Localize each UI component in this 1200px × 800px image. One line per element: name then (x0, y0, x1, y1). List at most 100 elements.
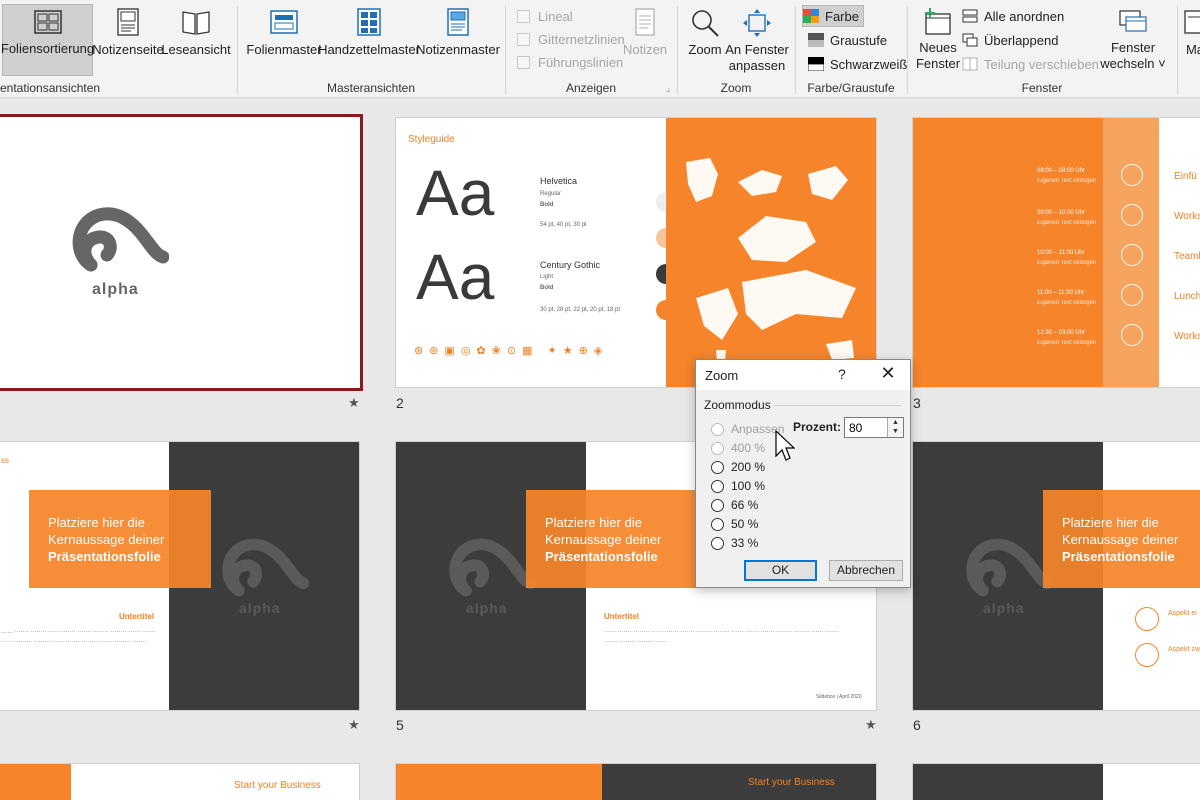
cancel-button[interactable]: Abbrechen (829, 560, 903, 581)
fit-to-window-button[interactable]: An Fenster anpassen (725, 4, 789, 76)
new-window-label-1: Neues (919, 40, 957, 55)
key-message-box: Platziere hier die Kernaussage deiner Pr… (29, 490, 211, 588)
spin-down-icon[interactable]: ▼ (888, 427, 903, 436)
slide-thumbnail-6[interactable]: alpha Platziere hier die Kernaussage dei… (912, 441, 1200, 711)
radio-button[interactable] (711, 422, 724, 436)
aspect-label: Aspekt zw (1168, 646, 1200, 653)
aspect-icon (1135, 643, 1159, 667)
radio-button[interactable] (711, 441, 724, 455)
zoom-radio-66[interactable]: 66 % (711, 497, 758, 513)
dialog-launcher-icon[interactable]: ⌟ (666, 83, 670, 94)
slide-thumbnail-2[interactable]: Styleguide Aa Aa Helvetica Regular Bold … (395, 117, 877, 388)
font-sample-2: Aa (416, 241, 495, 313)
cascade-button[interactable]: Überlappend (962, 29, 1058, 51)
new-window-button[interactable]: Neues Fenster (916, 4, 960, 76)
close-button[interactable]: ✕ (876, 363, 900, 384)
agenda-icon (1121, 164, 1143, 186)
magnifier-icon (692, 10, 719, 37)
zoom-radio-33[interactable]: 33 % (711, 535, 758, 551)
slide-subtitle: Untertitel (604, 612, 640, 621)
zoom-radio-400[interactable]: 400 % (711, 440, 765, 456)
radio-button[interactable] (711, 536, 724, 550)
key-message-line: Präsentationsfolie (48, 549, 161, 564)
help-button[interactable]: ? (838, 366, 846, 382)
macros-button[interactable]: Ma (1180, 4, 1200, 76)
slide-thumbnail-3[interactable]: 08:00 – 09:00 Uhr Eigenen Text einfügen … (912, 117, 1200, 388)
handout-master-icon (357, 8, 381, 36)
zoom-radio-100[interactable]: 100 % (711, 478, 765, 494)
spin-up-icon[interactable]: ▲ (888, 418, 903, 427)
slide-title: Styleguide (408, 134, 455, 145)
font-name-2: Century Gothic (540, 260, 601, 270)
slide-thumbnail-4[interactable]: ss alpha Platziere hier die Kernaussage … (0, 441, 360, 711)
zoom-radio-fit[interactable]: Anpassen (711, 421, 784, 437)
switch-window-icon (1119, 10, 1147, 32)
radio-button[interactable] (711, 460, 724, 474)
zoom-radio-200[interactable]: 200 % (711, 459, 765, 475)
slide-number: 3 (913, 395, 921, 411)
color-label: Farbe (825, 8, 859, 24)
ok-button[interactable]: OK (744, 560, 817, 581)
ruler-label: Lineal (538, 9, 573, 24)
gridlines-checkbox[interactable]: Gitternetzlinien (517, 32, 625, 47)
ruler-checkbox[interactable]: Lineal (517, 9, 573, 24)
presentation-views-group-label: entationsansichten (0, 81, 101, 95)
reading-view-button[interactable]: Leseansicht (161, 4, 231, 76)
checkbox[interactable] (517, 56, 530, 69)
black-white-button[interactable]: Schwarzweiß (808, 53, 907, 75)
zoom-radio-50[interactable]: 50 % (711, 516, 758, 532)
slide-thumbnail-7[interactable]: Start your Business (0, 763, 360, 800)
arrange-all-button[interactable]: Alle anordnen (962, 5, 1064, 27)
slide-number: 5 (396, 717, 404, 733)
notes-page-button[interactable]: Notizenseite (92, 4, 164, 76)
checkbox[interactable] (517, 10, 530, 23)
key-message-box: Platziere hier die Kernaussage deiner Pr… (1043, 490, 1200, 588)
macros-label: Ma (1185, 42, 1200, 57)
slide-thumbnail-8[interactable]: Start your Business (395, 763, 877, 800)
alpha-logo-icon (966, 538, 1053, 597)
switch-window-label-2: wechseln ˅ (1100, 56, 1166, 71)
percent-spinner[interactable]: ▲ ▼ (887, 418, 903, 437)
radio-button[interactable] (711, 479, 724, 493)
radio-label: 200 % (731, 460, 766, 474)
radio-label: 100 % (731, 479, 766, 493)
key-message-line: Präsentationsfolie (1062, 549, 1175, 564)
move-split-button[interactable]: Teilung verschieben (962, 53, 1099, 75)
move-split-icon (962, 57, 978, 71)
orange-panel (0, 764, 71, 800)
new-window-icon (925, 8, 951, 35)
agenda-icon (1121, 284, 1143, 306)
agenda-caption: Eigenen Text einfügen (1037, 300, 1097, 306)
zoom-button[interactable]: Zoom (684, 4, 726, 76)
switch-window-button[interactable]: Fenster wechseln ˅ (1100, 4, 1166, 76)
agenda-caption: Eigenen Text einfügen (1037, 260, 1097, 266)
aspect-icon (1135, 607, 1159, 631)
map-panel (666, 118, 876, 387)
arrange-all-label: Alle anordnen (984, 8, 1065, 24)
slide-thumbnail-9[interactable] (912, 763, 1200, 800)
key-message-line: Platziere hier die (545, 515, 642, 530)
aspect-label: Aspekt ei (1168, 610, 1197, 617)
guides-label: Führungslinien (538, 55, 624, 70)
grayscale-button[interactable]: Graustufe (808, 29, 887, 51)
guides-checkbox[interactable]: Führungslinien (517, 55, 623, 70)
group-separator (1177, 6, 1178, 94)
slide-title-fragment: ss (1, 456, 9, 465)
agenda-label: Teaml (1174, 251, 1200, 262)
checkbox[interactable] (517, 33, 530, 46)
slide-sorter-button[interactable]: Foliensortierung (1, 4, 94, 76)
agenda-caption: Eigenen Text einfügen (1037, 178, 1097, 184)
color-button[interactable]: Farbe (802, 5, 864, 27)
radio-button[interactable] (711, 498, 724, 512)
grayscale-label: Graustufe (830, 32, 888, 48)
radio-button[interactable] (711, 517, 724, 531)
agenda-time: 10:00 – 11:00 Uhr (1037, 250, 1085, 256)
macros-icon (1184, 10, 1200, 34)
slide-thumbnail-1[interactable]: alpha (0, 114, 363, 391)
notes-master-button[interactable]: Notizenmaster (416, 4, 500, 76)
agenda-icon (1121, 324, 1143, 346)
dialog-title-bar[interactable]: Zoom ? ✕ (696, 360, 910, 390)
notes-button[interactable]: Notizen (620, 4, 670, 76)
handout-master-button[interactable]: Handzettelmaster (318, 4, 420, 76)
slide-master-button[interactable]: Folienmaster (244, 4, 324, 76)
